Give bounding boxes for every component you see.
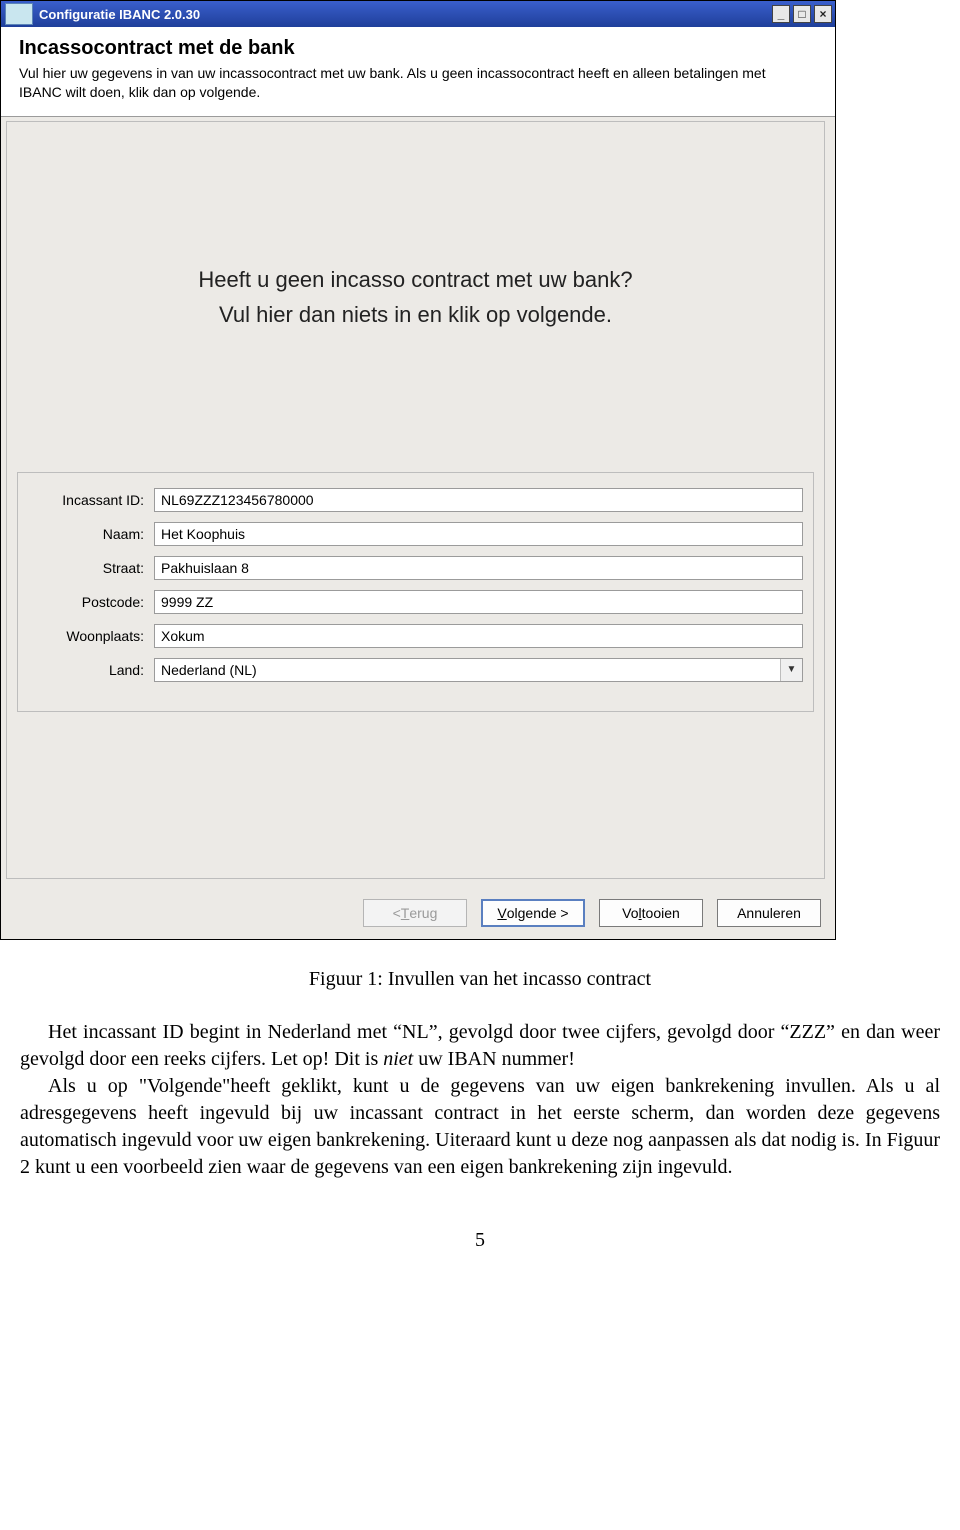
- finish-button[interactable]: Voltooien: [599, 899, 703, 927]
- select-land-value: Nederland (NL): [155, 662, 780, 678]
- back-button[interactable]: < Terug: [363, 899, 467, 927]
- label-postcode: Postcode:: [28, 594, 154, 610]
- window-controls: _ □ ×: [772, 5, 835, 23]
- app-icon: [5, 3, 33, 25]
- hint-text: Heeft u geen incasso contract met uw ban…: [7, 122, 824, 472]
- cancel-button[interactable]: Annuleren: [717, 899, 821, 927]
- wizard-title: Incassocontract met de bank: [19, 37, 817, 60]
- label-woonplaats: Woonplaats:: [28, 628, 154, 644]
- chevron-down-icon: ▼: [780, 659, 802, 681]
- window-title: Configuratie IBANC 2.0.30: [39, 7, 772, 22]
- input-incassant-id[interactable]: [154, 488, 803, 512]
- row-woonplaats: Woonplaats:: [28, 619, 803, 653]
- row-land: Land: Nederland (NL) ▼: [28, 653, 803, 687]
- input-postcode[interactable]: [154, 590, 803, 614]
- hint-line-2: Vul hier dan niets in en klik op volgend…: [219, 297, 612, 332]
- paragraph-2: Als u op "Volgende"heeft geklikt, kunt u…: [20, 1073, 940, 1181]
- app-window: Configuratie IBANC 2.0.30 _ □ × Incassoc…: [0, 0, 836, 940]
- label-incassant-id: Incassant ID:: [28, 492, 154, 508]
- label-land: Land:: [28, 662, 154, 678]
- minimize-button[interactable]: _: [772, 5, 790, 23]
- wizard-buttons: < Terug Volgende > Voltooien Annuleren: [1, 889, 835, 939]
- paragraph-1: Het incassant ID begint in Nederland met…: [20, 1019, 940, 1073]
- label-straat: Straat:: [28, 560, 154, 576]
- row-straat: Straat:: [28, 551, 803, 585]
- wizard-subtitle: Vul hier uw gegevens in van uw incassoco…: [19, 64, 799, 102]
- hint-line-1: Heeft u geen incasso contract met uw ban…: [198, 262, 632, 297]
- input-straat[interactable]: [154, 556, 803, 580]
- maximize-button[interactable]: □: [793, 5, 811, 23]
- input-woonplaats[interactable]: [154, 624, 803, 648]
- titlebar[interactable]: Configuratie IBANC 2.0.30 _ □ ×: [1, 1, 835, 27]
- row-naam: Naam:: [28, 517, 803, 551]
- close-button[interactable]: ×: [814, 5, 832, 23]
- page-number: 5: [20, 1227, 940, 1254]
- wizard-header: Incassocontract met de bank Vul hier uw …: [1, 27, 835, 117]
- next-button[interactable]: Volgende >: [481, 899, 585, 927]
- row-incassant-id: Incassant ID:: [28, 483, 803, 517]
- wizard-body: Heeft u geen incasso contract met uw ban…: [1, 117, 835, 889]
- input-naam[interactable]: [154, 522, 803, 546]
- select-land[interactable]: Nederland (NL) ▼: [154, 658, 803, 682]
- label-naam: Naam:: [28, 526, 154, 542]
- form-group: Incassant ID: Naam: Straat: Postcode:: [17, 472, 814, 712]
- figure-caption: Figuur 1: Invullen van het incasso contr…: [20, 966, 940, 993]
- client-area: Incassocontract met de bank Vul hier uw …: [1, 27, 835, 939]
- document-body: Figuur 1: Invullen van het incasso contr…: [20, 966, 940, 1294]
- row-postcode: Postcode:: [28, 585, 803, 619]
- content-panel: Heeft u geen incasso contract met uw ban…: [6, 121, 825, 879]
